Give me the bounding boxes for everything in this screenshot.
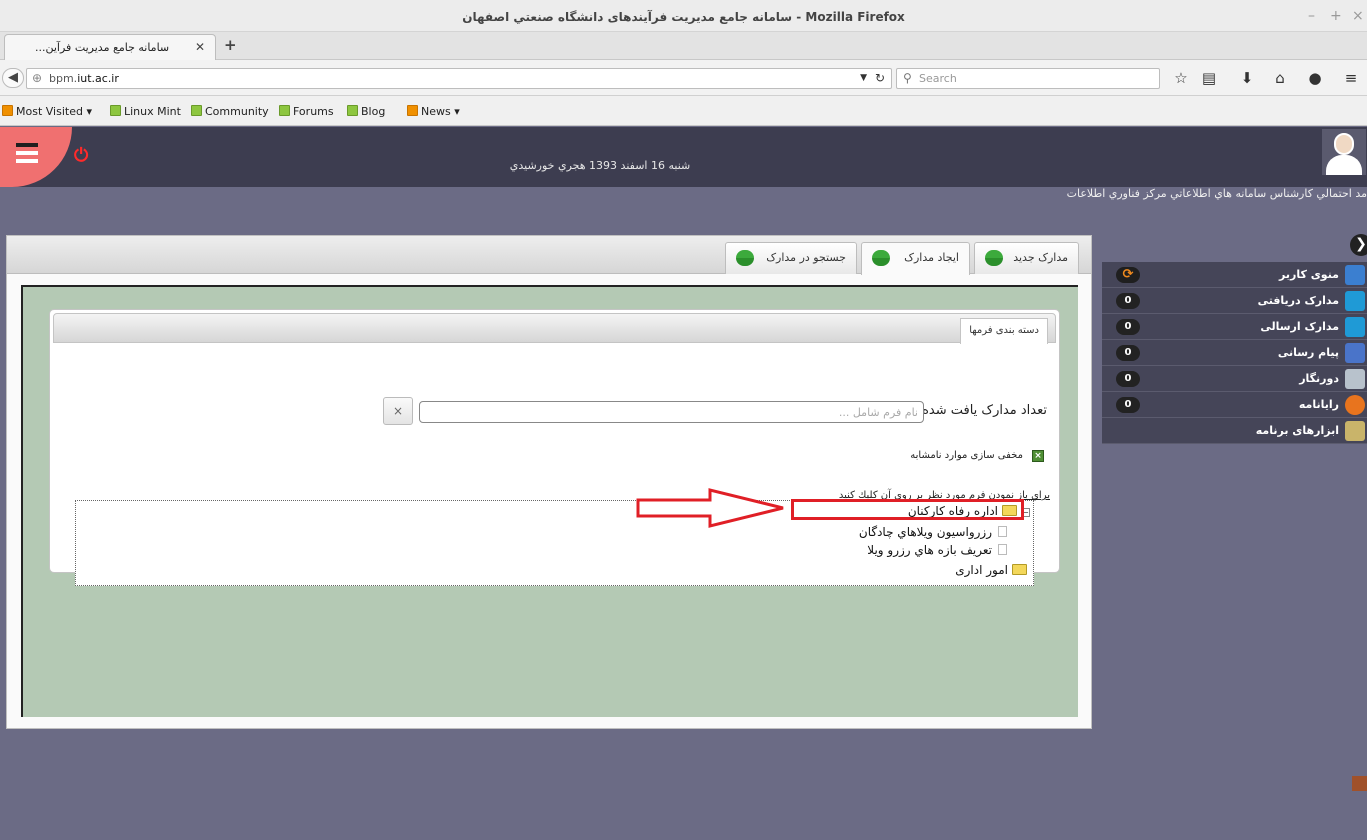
envelope-icon (1345, 343, 1365, 363)
minimize-button[interactable]: – (1308, 8, 1315, 24)
bookmark-news[interactable]: News ▾ (407, 105, 460, 118)
highlight-box (791, 499, 1024, 520)
count-badge: 0 (1116, 293, 1140, 309)
mint-icon (110, 105, 121, 116)
refresh-icon[interactable]: ⟳ (1116, 267, 1140, 283)
clear-search-button[interactable]: × (383, 397, 413, 425)
highlight-arrow (636, 488, 784, 528)
navigation-bar: ◀ ⊕ bpm.iut.ac.ir ▼ ↻ ⚲ ☆ ▤ ⬇ ⌂ ● ≡ (0, 60, 1367, 96)
sidebar-item-messaging[interactable]: پیام رسانی 0 (1102, 340, 1367, 366)
tree-node-administrative[interactable]: امور اداری (955, 563, 1027, 577)
chat-icon[interactable]: ● (1304, 69, 1326, 87)
sidebar-item-tools[interactable]: ابزارهای برنامه (1102, 418, 1367, 444)
bookmarks-toolbar: Most Visited ▾ Linux Mint Community Foru… (0, 96, 1367, 126)
app-header: ⏻ شنبه 16 اسفند 1393 هجري خورشيدي (0, 127, 1367, 187)
count-badge: 0 (1116, 345, 1140, 361)
sidebar-item-fax[interactable]: دورنگار 0 (1102, 366, 1367, 392)
refresh-green-icon (736, 250, 754, 266)
count-badge: 0 (1116, 371, 1140, 387)
tab-new-documents[interactable]: مدارک جدید (974, 242, 1079, 274)
refresh-green-icon (985, 250, 1003, 266)
tab-form-categories[interactable]: دسته بندی فرمها (960, 318, 1048, 344)
close-window-button[interactable]: × (1352, 8, 1364, 24)
brush-icon (1345, 265, 1365, 285)
inbox-icon (1345, 291, 1365, 311)
form-category-panel: دسته بندی فرمها تعداد مدارک یافت شده: × … (49, 309, 1060, 586)
window-title: سامانه جامع مدیریت فرآیندهای دانشگاه صنع… (462, 10, 905, 24)
browser-tab[interactable]: ...سامانه جامع مدیریت فرآین ✕ (4, 34, 216, 60)
power-icon[interactable]: ⏻ (74, 145, 88, 166)
document-icon (998, 544, 1007, 555)
bookmark-linux-mint[interactable]: Linux Mint (110, 105, 181, 118)
menu-icon[interactable]: ≡ (1340, 69, 1362, 87)
url-text: bpm.iut.ac.ir (49, 72, 119, 85)
rss-icon (2, 105, 13, 116)
form-name-search-input[interactable] (419, 401, 924, 423)
tab-title: ...سامانه جامع مدیریت فرآین (35, 41, 170, 54)
globe-icon: ⊕ (32, 71, 43, 85)
bookmark-forums[interactable]: Forums (279, 105, 334, 118)
documents-found-label: تعداد مدارک یافت شده: (917, 403, 1047, 418)
outbox-icon (1345, 317, 1365, 337)
main-tabs: مدارک جدید ایجاد مدارک جستجو در مدارک (7, 236, 1091, 275)
avatar[interactable] (1322, 129, 1366, 175)
current-date: شنبه 16 اسفند 1393 هجري خورشيدي (509, 159, 691, 172)
form-tabs: دسته بندی فرمها (53, 313, 1056, 344)
main-panel: مدارک جدید ایجاد مدارک جستجو در مدارک دس… (6, 235, 1092, 729)
bookmark-community[interactable]: Community (191, 105, 269, 118)
tools-icon (1345, 421, 1365, 441)
tab-create-documents[interactable]: ایجاد مدارک (861, 242, 970, 275)
hide-unmatched-label: مخفی سازی موارد نامشابه (910, 450, 1023, 461)
browser-search-input[interactable] (919, 71, 1149, 86)
hide-unmatched-checkbox[interactable]: × (1032, 450, 1044, 462)
avatar-body (1326, 155, 1362, 175)
app-corner-icon[interactable] (1352, 776, 1367, 791)
rss-icon (407, 105, 418, 116)
user-name: مد احتمالي کارشناس سامانه هاي اطلاعاتي م… (1066, 187, 1367, 200)
tree-node-villa-reservation[interactable]: رزرواسیون ویلاهاي چادگان (859, 525, 1007, 539)
close-panel-icon[interactable]: ❯ (1350, 234, 1367, 256)
mint-icon (191, 105, 202, 116)
mint-icon (347, 105, 358, 116)
folder-icon (1012, 564, 1027, 575)
fax-icon (1345, 369, 1365, 389)
refresh-green-icon (872, 250, 890, 266)
sidebar-item-sent[interactable]: مدارک ارسالی 0 (1102, 314, 1367, 340)
hamburger-icon (16, 143, 38, 167)
sidebar-item-received[interactable]: مدارک دریافتی 0 (1102, 288, 1367, 314)
tree-node-reservation-periods[interactable]: تعریف بازه هاي رزرو ویلا (867, 543, 1007, 557)
search-icon: ⚲ (903, 71, 912, 85)
back-button[interactable]: ◀ (2, 68, 24, 88)
reading-list-icon[interactable]: ▤ (1198, 69, 1220, 87)
tab-bar: ...سامانه جامع مدیریت فرآین ✕ + (0, 32, 1367, 60)
sidebar-item-user-menu[interactable]: منوی کاربر ⟳ (1102, 262, 1367, 288)
browser-search-box[interactable]: ⚲ (896, 68, 1160, 89)
home-icon[interactable]: ⌂ (1269, 69, 1291, 87)
sidebar-item-email[interactable]: رایانامه 0 (1102, 392, 1367, 418)
bookmark-blog[interactable]: Blog (347, 105, 385, 118)
count-badge: 0 (1116, 319, 1140, 335)
new-tab-button[interactable]: + (224, 36, 237, 54)
maximize-button[interactable]: + (1330, 8, 1342, 24)
close-tab-icon[interactable]: ✕ (195, 40, 205, 54)
download-icon[interactable]: ⬇ (1236, 69, 1258, 87)
document-icon (998, 526, 1007, 537)
window-titlebar: سامانه جامع مدیریت فرآیندهای دانشگاه صنع… (0, 0, 1367, 32)
app-menu-button[interactable] (0, 127, 72, 187)
bookmark-star-icon[interactable]: ☆ (1170, 69, 1192, 87)
reload-icon[interactable]: ↻ (875, 71, 885, 85)
avatar-head (1334, 133, 1354, 155)
mint-icon (279, 105, 290, 116)
bookmark-most-visited[interactable]: Most Visited ▾ (2, 105, 92, 118)
count-badge: 0 (1116, 397, 1140, 413)
side-menu: منوی کاربر ⟳ مدارک دریافتی 0 مدارک ارسال… (1102, 262, 1367, 444)
tab-search-documents[interactable]: جستجو در مدارک (725, 242, 857, 274)
url-bar[interactable]: ⊕ bpm.iut.ac.ir ▼ ↻ (26, 68, 892, 89)
at-icon (1345, 395, 1365, 415)
url-history-dropdown-icon[interactable]: ▼ (860, 73, 867, 83)
